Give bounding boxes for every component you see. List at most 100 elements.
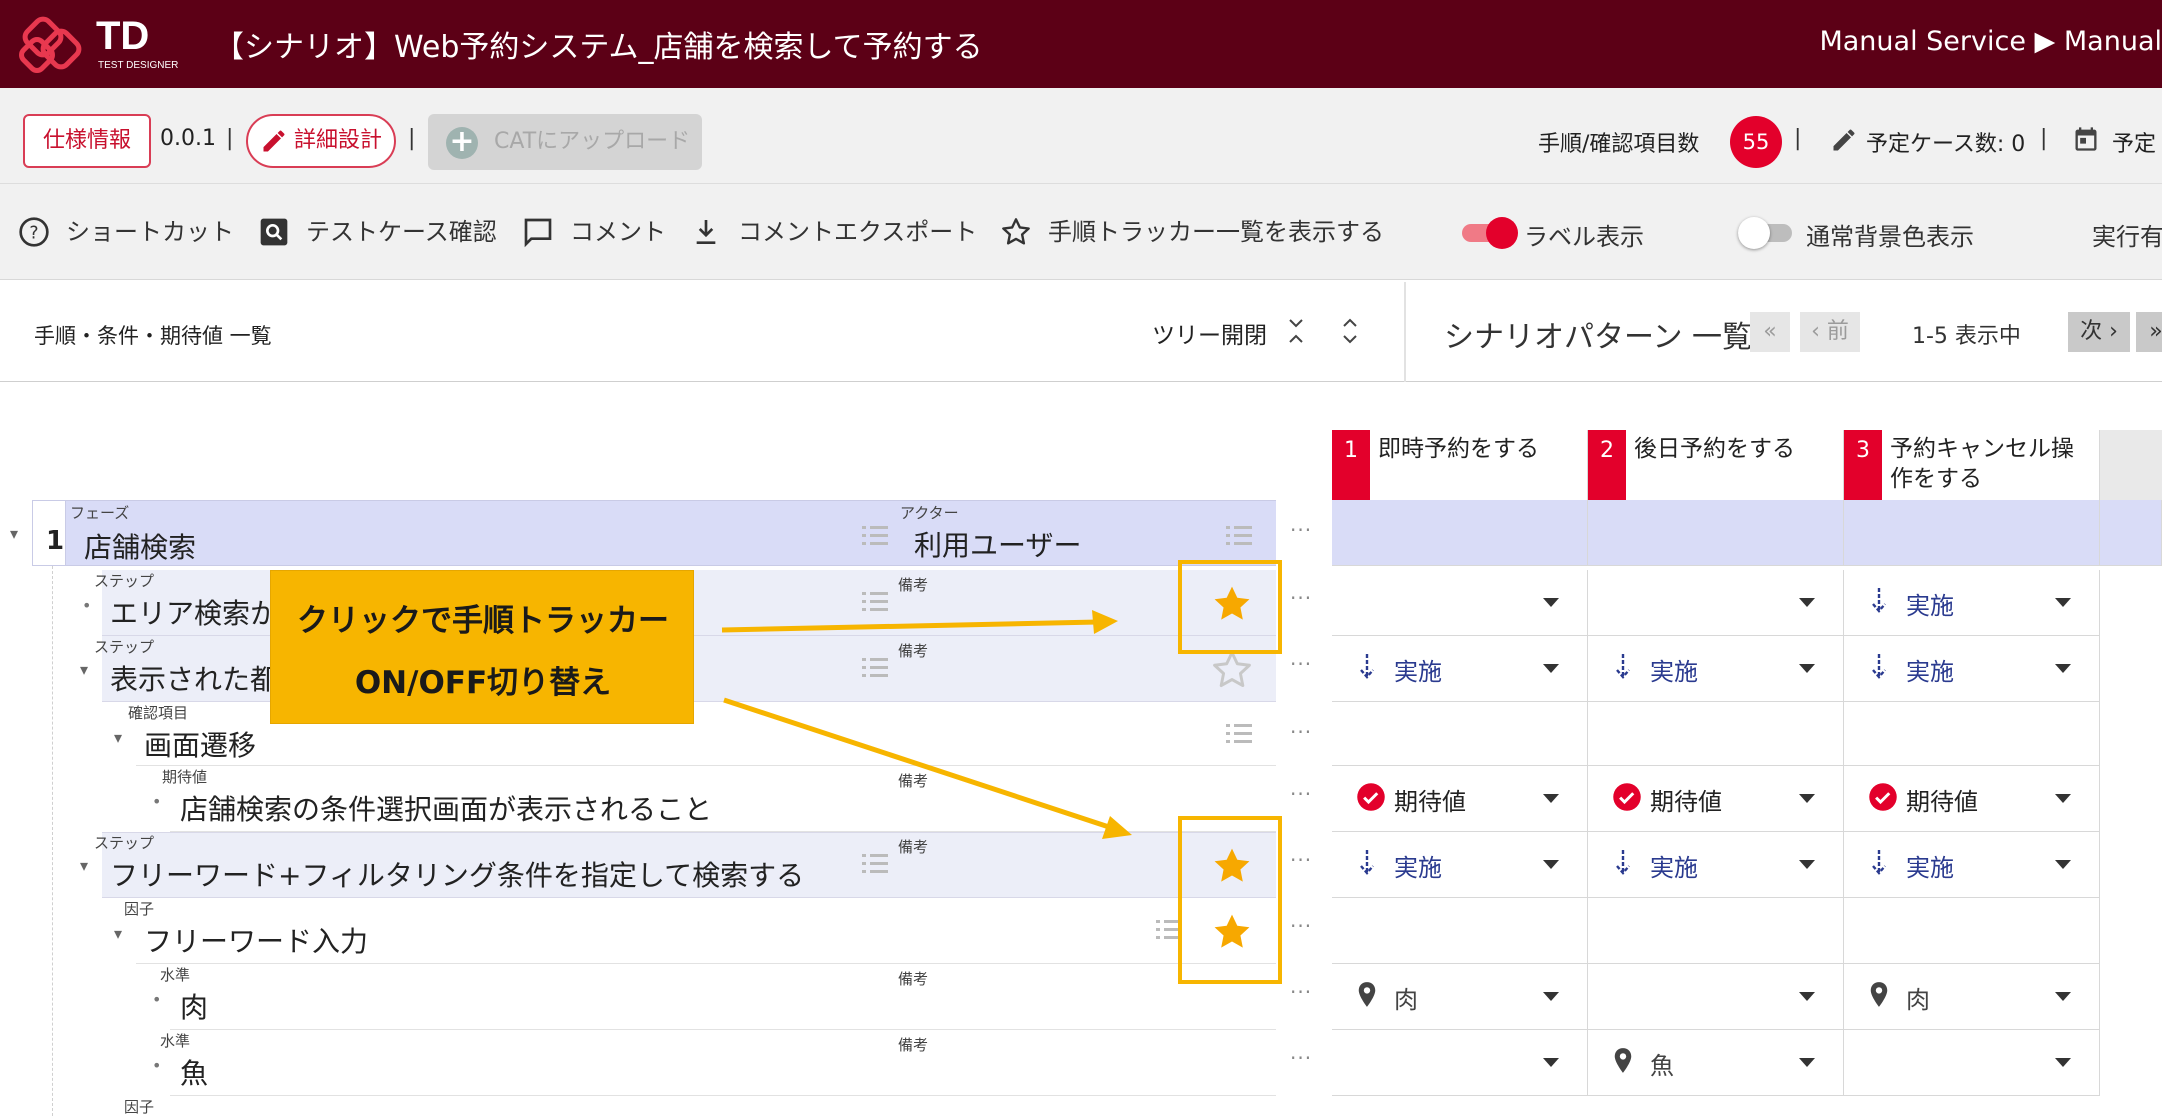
pattern-header-4[interactable] — [2100, 430, 2162, 500]
pattern-header-2[interactable]: 2 後日予約をする — [1588, 430, 1844, 500]
normal-bg-toggle[interactable] — [1738, 217, 1796, 249]
dropdown-arrow-icon[interactable] — [1543, 598, 1559, 607]
phase-text[interactable]: 店舗検索 — [84, 526, 196, 566]
cat-upload-button[interactable]: + CATにアップロード — [428, 114, 702, 170]
more-options-icon[interactable]: ··· — [1290, 980, 1312, 1004]
dropdown-arrow-icon[interactable] — [1799, 860, 1815, 869]
dropdown-arrow-icon[interactable] — [1543, 794, 1559, 803]
dropdown-arrow-icon[interactable] — [1543, 860, 1559, 869]
pattern-value: 実施 — [1868, 586, 1954, 621]
caret-down-icon[interactable]: ▾ — [114, 924, 122, 943]
first-page-button[interactable]: « — [1750, 312, 1790, 352]
pattern-cell[interactable] — [1588, 964, 1844, 1030]
shortcut-button[interactable]: ? ショートカット — [18, 214, 234, 250]
dropdown-arrow-icon[interactable] — [2055, 794, 2071, 803]
actor-text[interactable]: 利用ユーザー — [914, 524, 1081, 564]
grid-menu-icon[interactable] — [862, 852, 888, 880]
level-row[interactable] — [170, 964, 1276, 1030]
dropdown-arrow-icon[interactable] — [1543, 992, 1559, 1001]
pattern-cell[interactable]: 肉 — [1332, 964, 1588, 1030]
grid-menu-icon[interactable] — [862, 590, 888, 618]
pattern-cell[interactable]: 実施 — [1588, 636, 1844, 702]
spec-info-button[interactable]: 仕様情報 — [23, 114, 152, 168]
pattern-name: 予約キャンセル操 作をする — [1890, 434, 2074, 494]
pattern-cell[interactable] — [1844, 1030, 2100, 1096]
more-options-icon[interactable]: ··· — [1290, 720, 1312, 744]
pattern-cell[interactable]: 魚 — [1588, 1030, 1844, 1096]
pattern-cell — [2100, 500, 2162, 566]
pattern-cell[interactable]: 実施 — [1844, 570, 2100, 636]
dropdown-arrow-icon[interactable] — [2055, 860, 2071, 869]
level-text[interactable]: 肉 — [180, 986, 208, 1026]
caret-down-icon[interactable]: ▾ — [80, 856, 88, 875]
prev-page-button[interactable]: ‹ 前 — [1800, 312, 1860, 352]
pattern-number: 1 — [1332, 430, 1370, 500]
step-tracker-list-button[interactable]: 手順トラッカー一覧を表示する — [1000, 214, 1384, 250]
level-row[interactable] — [170, 1030, 1276, 1096]
dropdown-arrow-icon[interactable] — [2055, 598, 2071, 607]
pattern-value: 実施 — [1612, 848, 1698, 883]
pattern-cell[interactable] — [1588, 570, 1844, 636]
comment-button[interactable]: コメント — [522, 214, 666, 250]
level-text[interactable]: 魚 — [180, 1052, 208, 1092]
check-item-text[interactable]: 画面遷移 — [144, 724, 256, 764]
expected-text[interactable]: 店舗検索の条件選択画面が表示されること — [180, 788, 712, 828]
more-options-icon[interactable]: ··· — [1290, 586, 1312, 610]
star-outline-icon[interactable] — [1210, 648, 1254, 692]
grid-menu-icon[interactable] — [1226, 524, 1252, 552]
last-page-button[interactable]: » — [2136, 312, 2162, 352]
more-options-icon[interactable]: ··· — [1290, 1046, 1312, 1070]
step-text[interactable]: エリア検索か — [110, 592, 278, 632]
pattern-value: 肉 — [1868, 980, 1930, 1015]
pattern-header-1[interactable]: 1 即時予約をする — [1332, 430, 1588, 500]
pattern-cell[interactable]: 肉 — [1844, 964, 2100, 1030]
grid-menu-icon[interactable] — [1226, 722, 1252, 750]
pattern-cell[interactable]: 実施 — [1844, 636, 2100, 702]
star-outline-icon — [1002, 218, 1030, 245]
grid-menu-icon[interactable] — [862, 524, 888, 552]
factor-text[interactable]: フリーワード入力 — [144, 920, 368, 960]
dropdown-arrow-icon[interactable] — [1799, 992, 1815, 1001]
dropdown-arrow-icon[interactable] — [1799, 664, 1815, 673]
running-filter-label[interactable]: 実行有 — [2092, 217, 2162, 252]
more-options-icon[interactable]: ··· — [1290, 782, 1312, 806]
dropdown-arrow-icon[interactable] — [1543, 664, 1559, 673]
dropdown-arrow-icon[interactable] — [1799, 598, 1815, 607]
more-options-icon[interactable]: ··· — [1290, 848, 1312, 872]
comment-export-button[interactable]: コメントエクスポート — [690, 214, 977, 250]
pattern-cell[interactable]: 期待値 — [1332, 766, 1588, 832]
pattern-cell[interactable]: 実施 — [1332, 636, 1588, 702]
detail-design-button[interactable]: 詳細設計 — [246, 114, 396, 168]
step-text[interactable]: 表示された都 — [110, 658, 278, 698]
phase-row[interactable] — [32, 500, 1276, 566]
dropdown-arrow-icon[interactable] — [2055, 992, 2071, 1001]
dropdown-arrow-icon[interactable] — [1543, 1058, 1559, 1067]
dropdown-arrow-icon[interactable] — [2055, 1058, 2071, 1067]
pattern-cell[interactable] — [1332, 1030, 1588, 1096]
caret-down-icon[interactable]: ▾ — [10, 524, 18, 543]
more-options-icon[interactable]: ··· — [1290, 518, 1312, 542]
pattern-cell[interactable]: 実施 — [1332, 832, 1588, 898]
pattern-cell[interactable]: 実施 — [1844, 832, 2100, 898]
pane-divider[interactable] — [1404, 282, 1406, 382]
breadcrumb[interactable]: Manual Service ▶ Manual — [1819, 26, 2162, 57]
caret-down-icon[interactable]: ▾ — [114, 728, 122, 747]
pattern-header-3[interactable]: 3 予約キャンセル操 作をする — [1844, 430, 2100, 500]
expand-all-icon[interactable] — [1340, 316, 1360, 346]
next-page-button[interactable]: 次 › — [2068, 312, 2130, 352]
pattern-cell[interactable]: 実施 — [1588, 832, 1844, 898]
more-options-icon[interactable]: ··· — [1290, 914, 1312, 938]
pattern-cell[interactable]: 期待値 — [1588, 766, 1844, 832]
grid-menu-icon[interactable] — [862, 656, 888, 684]
pattern-cell[interactable]: 期待値 — [1844, 766, 2100, 832]
collapse-all-icon[interactable] — [1286, 316, 1306, 346]
dropdown-arrow-icon[interactable] — [1799, 794, 1815, 803]
step-text[interactable]: フリーワード+フィルタリング条件を指定して検索する — [110, 854, 804, 894]
label-display-toggle[interactable] — [1462, 217, 1520, 249]
caret-down-icon[interactable]: ▾ — [80, 660, 88, 679]
pattern-cell[interactable] — [1332, 570, 1588, 636]
testcase-check-button[interactable]: テストケース確認 — [258, 214, 497, 250]
more-options-icon[interactable]: ··· — [1290, 652, 1312, 676]
dropdown-arrow-icon[interactable] — [2055, 664, 2071, 673]
dropdown-arrow-icon[interactable] — [1799, 1058, 1815, 1067]
